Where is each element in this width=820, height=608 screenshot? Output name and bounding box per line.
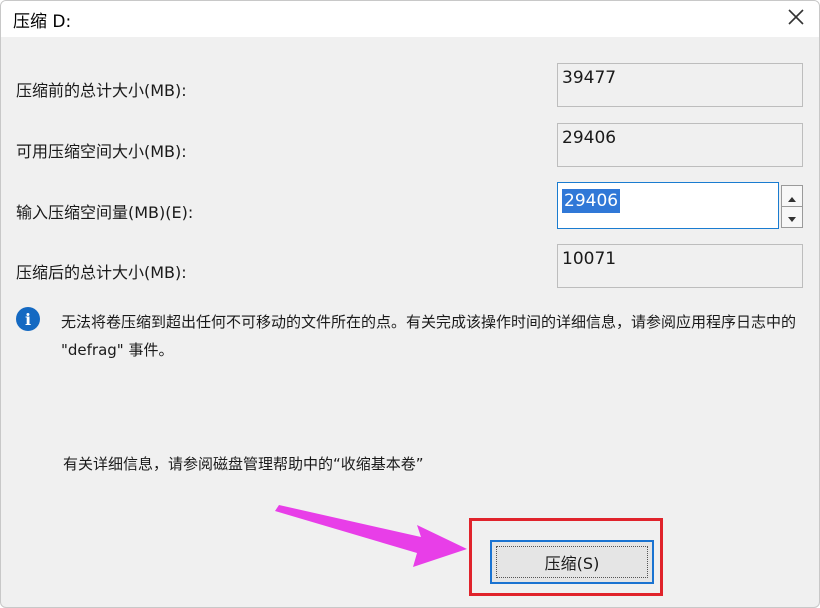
- spin-down-button[interactable]: [781, 206, 803, 228]
- spin-up-button[interactable]: [781, 185, 803, 207]
- focus-outline: [496, 546, 648, 578]
- shrink-amount-input[interactable]: 29406: [562, 189, 621, 213]
- close-button[interactable]: [773, 1, 819, 33]
- total-after-value: 10071: [557, 244, 803, 288]
- total-before-value: 39477: [557, 63, 803, 107]
- annotation-arrow-icon: [275, 505, 467, 567]
- available-space-label: 可用压缩空间大小(MB):: [16, 142, 187, 161]
- help-hint-text: 有关详细信息，请参阅磁盘管理帮助中的“收缩基本卷”: [63, 455, 424, 473]
- chevron-up-icon: [788, 187, 796, 206]
- shrink-amount-label: 输入压缩空间量(MB)(E):: [16, 203, 194, 222]
- info-message: 无法将卷压缩到超出任何不可移动的文件所在的点。有关完成该操作时间的详细信息，请参…: [61, 313, 797, 359]
- shrink-button[interactable]: 压缩(S): [490, 540, 654, 584]
- chevron-down-icon: [788, 208, 796, 227]
- close-icon: [787, 8, 805, 26]
- available-space-value: 29406: [557, 123, 803, 167]
- shrink-dialog: 压缩 D: 压缩前的总计大小(MB): 39477 可用压缩空间大小(MB): …: [0, 0, 820, 608]
- info-icon: i: [16, 307, 40, 331]
- window-title: 压缩 D:: [13, 12, 72, 32]
- total-before-label: 压缩前的总计大小(MB):: [16, 81, 187, 100]
- title-bar: 压缩 D:: [1, 1, 819, 37]
- shrink-amount-field[interactable]: 29406: [557, 182, 779, 229]
- total-after-label: 压缩后的总计大小(MB):: [16, 263, 187, 282]
